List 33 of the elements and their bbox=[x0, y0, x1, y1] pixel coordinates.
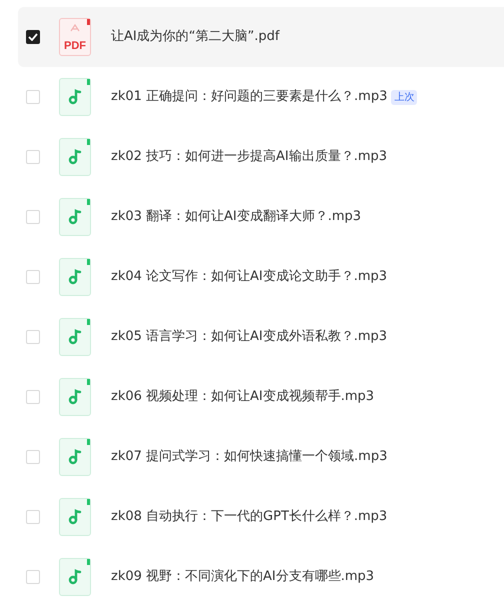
music-file-icon bbox=[59, 558, 91, 596]
music-file-icon bbox=[59, 198, 91, 236]
checkbox[interactable] bbox=[26, 90, 40, 104]
file-name: zk09 视野：不同演化下的AI分支有哪些.mp3 bbox=[111, 568, 374, 586]
music-file-icon bbox=[59, 318, 91, 356]
file-name: zk03 翻译：如何让AI变成翻译大师？.mp3 bbox=[111, 208, 362, 226]
file-row[interactable]: PDF 让AI成为你的“第二大脑”.pdf bbox=[18, 7, 504, 67]
music-file-icon bbox=[59, 378, 91, 416]
checkbox[interactable] bbox=[26, 390, 40, 404]
music-file-icon bbox=[59, 78, 91, 116]
music-file-icon bbox=[59, 438, 91, 476]
checkbox[interactable] bbox=[26, 30, 40, 44]
checkbox[interactable] bbox=[26, 510, 40, 524]
last-played-badge: 上次 bbox=[391, 90, 418, 104]
file-name: zk08 自动执行：下一代的GPT长什么样？.mp3 bbox=[111, 508, 388, 526]
music-file-icon bbox=[59, 498, 91, 536]
checkbox[interactable] bbox=[26, 210, 40, 224]
file-name: zk05 语言学习：如何让AI变成外语私教？.mp3 bbox=[111, 328, 388, 346]
music-file-icon bbox=[59, 138, 91, 176]
checkbox[interactable] bbox=[26, 270, 40, 284]
file-name: zk02 技巧：如何进一步提高AI输出质量？.mp3 bbox=[111, 148, 388, 166]
file-name: zk07 提问式学习：如何快速搞懂一个领域.mp3 bbox=[111, 448, 388, 466]
file-name: 让AI成为你的“第二大脑”.pdf bbox=[111, 28, 280, 46]
file-name: zk01 正确提问：好问题的三要素是什么？.mp3 bbox=[111, 88, 388, 106]
check-icon bbox=[28, 33, 38, 41]
checkbox[interactable] bbox=[26, 330, 40, 344]
checkbox[interactable] bbox=[26, 150, 40, 164]
checkbox[interactable] bbox=[26, 570, 40, 584]
file-name: zk04 论文写作：如何让AI变成论文助手？.mp3 bbox=[111, 268, 388, 286]
pdf-label: PDF bbox=[64, 41, 86, 52]
file-name: zk06 视频处理：如何让AI变成视频帮手.mp3 bbox=[111, 388, 374, 406]
music-file-icon bbox=[59, 258, 91, 296]
checkbox[interactable] bbox=[26, 450, 40, 464]
